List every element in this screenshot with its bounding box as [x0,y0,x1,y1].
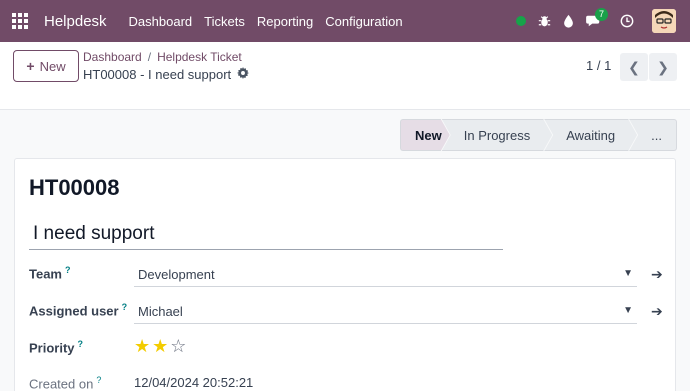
priority-stars[interactable]: ★ ★ ☆ [134,335,188,357]
stage-new[interactable]: New [400,119,450,151]
online-status-icon [516,16,526,26]
created-on-row: Created on? 12/04/2024 20:52:21 [29,371,665,391]
menu-tickets[interactable]: Tickets [204,14,245,29]
navbar-systray: 7 [516,0,690,42]
caret-down-icon[interactable]: ▼ [623,305,633,316]
assigned-user-label: Assigned user? [29,302,128,319]
priority-row: Priority? ★ ★ ☆ [29,335,665,361]
drop-icon[interactable] [563,14,574,28]
record-title: HT00008 - I need support [83,67,250,82]
arrow-right-icon[interactable]: ➔ [651,303,663,320]
help-icon[interactable]: ? [65,265,71,275]
pager-next-button[interactable]: ❯ [649,53,677,81]
subject-field[interactable]: I need support [29,223,503,250]
created-on-label: Created on? [29,375,102,391]
new-button[interactable]: + New [13,50,79,82]
team-value: Development [138,267,215,282]
star-icon[interactable]: ★ [134,335,150,357]
stage-in-progress[interactable]: In Progress [442,119,552,151]
pager-value[interactable]: 1 / 1 [586,58,611,73]
help-icon[interactable]: ? [78,339,84,349]
ticket-reference: HT00008 [29,175,120,200]
record-title-text: HT00008 - I need support [83,67,232,82]
star-icon[interactable]: ★ [152,335,168,357]
stage-statusbar: New In Progress Awaiting ... [400,119,677,151]
breadcrumb-separator: / [147,50,152,64]
stage-awaiting[interactable]: Awaiting [544,119,637,151]
chat-count-badge: 7 [595,8,609,21]
help-icon[interactable]: ? [96,375,101,385]
help-icon[interactable]: ? [122,302,128,312]
plus-icon: + [26,58,35,74]
breadcrumb: Dashboard / Helpdesk Ticket [83,50,242,64]
apps-grid-icon[interactable] [12,13,28,29]
arrow-right-icon[interactable]: ➔ [651,266,663,283]
team-field[interactable]: Development ▼ [134,261,637,287]
avatar[interactable] [652,9,676,33]
chevron-right-icon: ❯ [657,58,669,75]
assigned-user-field[interactable]: Michael ▼ [134,298,637,324]
pager-previous-button[interactable]: ❮ [620,53,648,81]
menu-configuration[interactable]: Configuration [325,14,402,29]
caret-down-icon[interactable]: ▼ [623,268,633,279]
assigned-user-value: Michael [138,304,183,319]
menu-dashboard[interactable]: Dashboard [129,14,193,29]
bug-icon[interactable] [538,15,551,28]
gear-icon[interactable] [237,67,250,82]
team-label: Team? [29,265,71,282]
assigned-user-row: Assigned user? Michael ▼ ➔ [29,298,665,324]
top-navbar: Helpdesk Dashboard Tickets Reporting Con… [0,0,690,42]
clock-icon[interactable] [620,14,634,28]
created-on-value: 12/04/2024 20:52:21 [134,375,254,390]
priority-label: Priority? [29,339,84,356]
chevron-left-icon: ❮ [628,58,640,75]
team-row: Team? Development ▼ ➔ [29,261,665,287]
breadcrumb-dashboard[interactable]: Dashboard [83,50,142,64]
star-icon[interactable]: ☆ [170,335,186,357]
form-sheet: HT00008 I need support Team? Development… [14,158,676,391]
control-panel: + New Dashboard / Helpdesk Ticket HT00008 … [0,42,690,110]
chat-icon[interactable]: 7 [586,8,609,28]
app-brand[interactable]: Helpdesk [44,13,107,30]
breadcrumb-helpdesk-ticket[interactable]: Helpdesk Ticket [157,50,242,64]
new-button-label: New [39,58,66,74]
menu-reporting[interactable]: Reporting [257,14,313,29]
